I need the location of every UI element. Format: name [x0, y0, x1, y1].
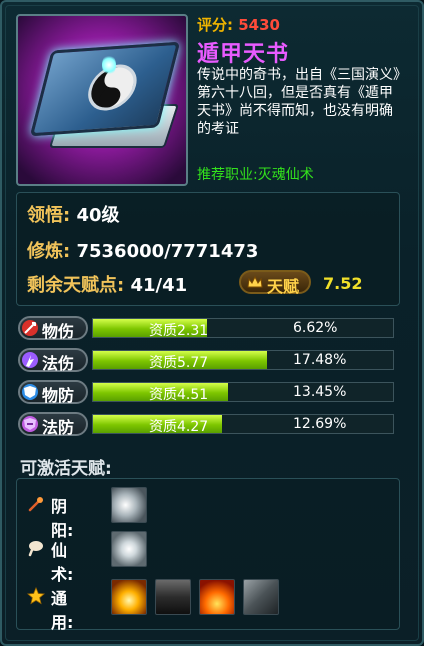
attribute-tag: 法防 — [18, 412, 88, 437]
magic-defense-icon — [22, 416, 38, 432]
comprehension-stat: 领悟: 40级 — [27, 205, 120, 226]
attribute-bar: 资质4.27 12.69% — [92, 414, 394, 435]
attribute-bar: 资质4.51 13.45% — [92, 382, 394, 403]
dragon-claw-skill[interactable] — [243, 579, 279, 615]
immortal-hand-icon — [28, 541, 43, 557]
attribute-tag: 法伤 — [18, 348, 88, 373]
golden-pillar-skill[interactable] — [111, 579, 147, 615]
taiji-book-icon — [29, 41, 181, 158]
attribute-quality: 资质4.51 — [149, 387, 209, 403]
talent-button-label: 天赋 — [267, 277, 300, 296]
attribute-label: 法伤 — [42, 354, 75, 373]
attribute-bar: 资质2.31 6.62% — [92, 318, 394, 339]
physical-attack-icon — [22, 320, 38, 336]
item-tooltip-panel: 评分: 5430 遁甲天书 传说中的奇书，出自《三国演义》第六十八回，但是否真有… — [0, 0, 424, 646]
fire-crown-skill[interactable] — [199, 579, 235, 615]
talent-row-label: 仙术: — [51, 541, 74, 584]
attribute-quality: 资质5.77 — [149, 355, 209, 371]
attribute-percent: 6.62% — [293, 320, 338, 336]
talents-box: 阴阳: 仙术: 通用: — [16, 478, 400, 632]
shadow-figure-skill[interactable] — [155, 579, 191, 615]
recommended-class: 推荐职业:灭魂仙术 — [197, 167, 314, 183]
yinyang-wand-icon — [28, 497, 43, 512]
crown-icon — [247, 276, 263, 288]
attribute-percent: 17.48% — [293, 352, 347, 368]
magic-attack-icon — [22, 352, 38, 368]
attribute-quality: 资质4.27 — [149, 419, 209, 435]
attribute-row: 法防 资质4.27 12.69% — [16, 412, 398, 438]
talent-points-stat: 剩余天赋点: 41/41 — [27, 275, 188, 296]
physical-defense-icon — [22, 384, 38, 400]
cultivation-stat: 修炼: 7536000/7771473 — [27, 241, 259, 262]
attribute-label: 物伤 — [42, 322, 75, 341]
attribute-bar: 资质5.77 17.48% — [92, 350, 394, 371]
stats-box: 领悟: 40级 修炼: 7536000/7771473 剩余天赋点: 41/41… — [16, 192, 400, 306]
item-score: 评分: 5430 — [197, 16, 280, 34]
wind-slash-skill[interactable] — [111, 487, 147, 523]
light-burst-skill[interactable] — [111, 531, 147, 567]
item-description: 传说中的奇书，出自《三国演义》第六十八回，但是否真有《遁甲天书》尚不得而知，也没… — [197, 67, 400, 137]
talent-row-label: 通用: — [51, 589, 74, 632]
talent-button[interactable]: 天赋 — [239, 270, 311, 296]
attribute-percent: 13.45% — [293, 384, 347, 400]
talent-value: 7.52 — [323, 274, 363, 293]
attribute-percent: 12.69% — [293, 416, 347, 432]
item-name: 遁甲天书 — [197, 42, 290, 67]
star-icon — [27, 587, 45, 605]
attribute-label: 法防 — [42, 418, 75, 437]
attribute-tag: 物伤 — [18, 316, 88, 341]
attribute-row: 物防 资质4.51 13.45% — [16, 380, 398, 406]
talent-row-label: 阴阳: — [51, 497, 74, 540]
attribute-row: 法伤 资质5.77 17.48% — [16, 348, 398, 374]
activatable-talents-title: 可激活天赋: — [20, 459, 112, 479]
attribute-tag: 物防 — [18, 380, 88, 405]
attribute-row: 物伤 资质2.31 6.62% — [16, 316, 398, 342]
attribute-quality: 资质2.31 — [149, 323, 209, 339]
item-icon-frame — [16, 14, 188, 186]
attribute-label: 物防 — [42, 386, 75, 405]
